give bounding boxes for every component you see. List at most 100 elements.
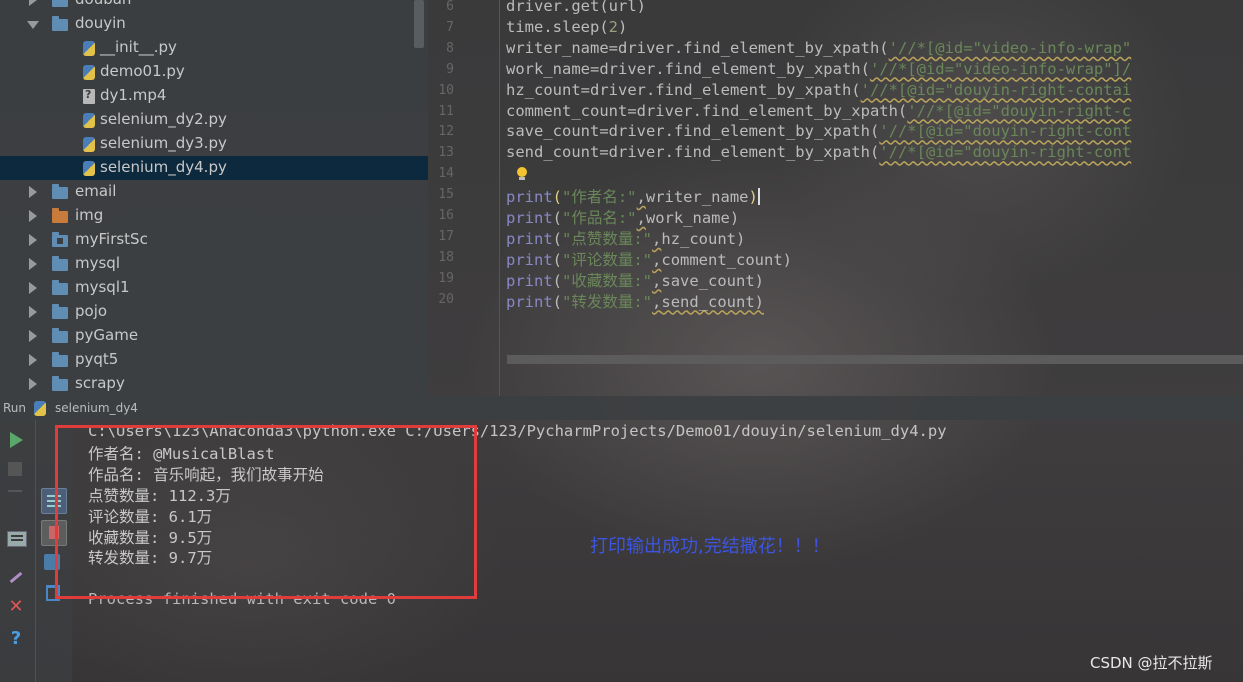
code-line[interactable]: writer_name=driver.find_element_by_xpath… <box>506 39 1131 57</box>
code-line[interactable]: driver.get(url) <box>506 0 646 15</box>
code-token: '//*[@id="douyin-right-cont <box>879 143 1132 162</box>
code-token: , <box>636 188 646 207</box>
folder-icon <box>52 232 68 247</box>
code-line[interactable]: save_count=driver.find_element_by_xpath(… <box>506 122 1131 140</box>
line-number: 13 <box>438 145 454 161</box>
tree-item-label: selenium_dy3.py <box>100 134 227 152</box>
close-icon[interactable]: ✕ <box>6 597 26 617</box>
collapsed-arrow-icon[interactable] <box>29 210 37 222</box>
collapsed-arrow-icon[interactable] <box>29 306 37 318</box>
tree-item-label: douban <box>75 0 131 8</box>
code-token: '//*[@id="douyin-right-cont <box>879 122 1132 141</box>
folder-icon <box>52 256 68 271</box>
code-token: hz_count=driver.find_element_by_xpath( <box>506 80 861 99</box>
stop-icon[interactable] <box>8 462 22 476</box>
code-line[interactable]: print("作品名:",work_name) <box>506 206 739 228</box>
code-token: work_name=driver.find_element_by_xpath( <box>506 59 870 78</box>
tree-item[interactable]: pojo <box>0 300 428 324</box>
red-highlight-box <box>55 425 477 599</box>
rerun-icon[interactable] <box>8 490 22 502</box>
pin-icon[interactable] <box>9 570 23 584</box>
tree-item[interactable]: selenium_dy3.py <box>0 132 428 156</box>
expanded-arrow-icon[interactable] <box>27 21 39 29</box>
code-token: save_count) <box>661 271 765 290</box>
toolbar-divider <box>35 420 36 682</box>
collapsed-arrow-icon[interactable] <box>29 378 37 390</box>
code-line[interactable]: print("作者名:",writer_name) <box>506 185 760 207</box>
tree-item[interactable]: dy1.mp4 <box>0 84 428 108</box>
line-number: 7 <box>446 19 454 35</box>
tree-item[interactable]: douban <box>0 0 428 12</box>
collapsed-arrow-icon[interactable] <box>29 354 37 366</box>
collapsed-arrow-icon[interactable] <box>29 258 37 270</box>
tree-item[interactable]: img <box>0 204 428 228</box>
run-label: Run <box>3 401 27 415</box>
folder-icon <box>52 208 68 223</box>
tree-item[interactable]: pyqt5 <box>0 348 428 372</box>
tree-item-label: pyqt5 <box>75 350 119 368</box>
code-line[interactable]: print("点赞数量:",hz_count) <box>506 227 745 249</box>
folder-icon <box>52 304 68 319</box>
tree-item-label: selenium_dy4.py <box>100 158 227 176</box>
tree-item[interactable]: pyGame <box>0 324 428 348</box>
python-file-icon <box>83 161 95 176</box>
code-token: '//*[@id="video-info-wrap" <box>888 38 1132 57</box>
collapsed-arrow-icon[interactable] <box>29 0 37 6</box>
code-token: hz_count) <box>661 229 746 248</box>
code-token: '//*[@id="video-info-wrap"]/ <box>869 59 1132 78</box>
collapsed-arrow-icon[interactable] <box>29 330 37 342</box>
code-token: , <box>652 229 662 248</box>
folder-icon <box>52 0 68 7</box>
editor-horizontal-scrollbar[interactable] <box>507 355 1243 364</box>
code-token: writer_name <box>645 188 749 207</box>
code-token: work_name) <box>645 209 740 227</box>
code-token: "作者名:" <box>562 188 637 207</box>
tree-item[interactable]: selenium_dy4.py <box>0 156 428 180</box>
tree-item[interactable]: email <box>0 180 428 204</box>
code-line[interactable]: time.sleep(2) <box>506 18 627 36</box>
line-number: 15 <box>438 187 454 203</box>
line-number: 16 <box>438 208 454 223</box>
help-icon[interactable]: ? <box>6 629 26 649</box>
tree-item[interactable]: myFirstSc <box>0 228 428 252</box>
tree-item[interactable]: selenium_dy2.py <box>0 108 428 132</box>
tree-item[interactable]: scrapy <box>0 372 428 396</box>
code-token: "收藏数量:" <box>562 271 653 290</box>
restore-layout-icon[interactable] <box>7 531 27 547</box>
collapsed-arrow-icon[interactable] <box>29 186 37 198</box>
code-editor[interactable]: 6 driver.get(url) 7 time.sleep(2) 8 writer_na… <box>428 0 1243 396</box>
tree-item[interactable]: mysql1 <box>0 276 428 300</box>
code-token: save_count=driver.find_element_by_xpath( <box>506 122 880 141</box>
code-line[interactable]: comment_count=driver.find_element_by_xpa… <box>506 102 1131 120</box>
tree-scrollbar[interactable] <box>414 0 424 48</box>
code-token: ) <box>618 17 628 36</box>
unknown-file-icon <box>83 88 95 104</box>
collapsed-arrow-icon[interactable] <box>29 282 37 294</box>
tree-item-label: pyGame <box>75 326 139 344</box>
tree-item[interactable]: douyin <box>0 12 428 36</box>
code-line[interactable]: work_name=driver.find_element_by_xpath('… <box>506 60 1131 78</box>
line-number: 17 <box>438 228 454 244</box>
tree-item[interactable]: __init__.py <box>0 36 428 60</box>
folder-icon <box>52 328 68 343</box>
folder-icon <box>52 280 68 295</box>
code-token: send_count) <box>661 292 765 311</box>
code-line[interactable]: send_count=driver.find_element_by_xpath(… <box>506 143 1131 161</box>
tree-item-label: myFirstSc <box>75 230 148 248</box>
run-play-icon[interactable] <box>10 432 23 448</box>
code-line[interactable]: print("评论数量:",comment_count) <box>506 248 792 270</box>
code-token: "点赞数量:" <box>562 229 653 248</box>
code-line[interactable]: print("转发数量:",send_count) <box>506 290 764 312</box>
tree-item-label: demo01.py <box>100 62 185 80</box>
code-token: ( <box>552 209 563 227</box>
code-line[interactable]: print("收藏数量:",save_count) <box>506 269 764 291</box>
collapsed-arrow-icon[interactable] <box>29 234 37 246</box>
lightbulb-icon[interactable] <box>516 167 528 181</box>
code-line[interactable]: hz_count=driver.find_element_by_xpath('/… <box>506 81 1131 99</box>
code-token: "作品名:" <box>562 209 637 227</box>
tree-item[interactable]: demo01.py <box>0 60 428 84</box>
code-token: ( <box>552 188 563 207</box>
code-token: comment_count=driver.find_element_by_xpa… <box>506 101 908 120</box>
tree-item[interactable]: mysql <box>0 252 428 276</box>
run-tab-selenium-dy4[interactable]: selenium_dy4 <box>55 401 138 415</box>
